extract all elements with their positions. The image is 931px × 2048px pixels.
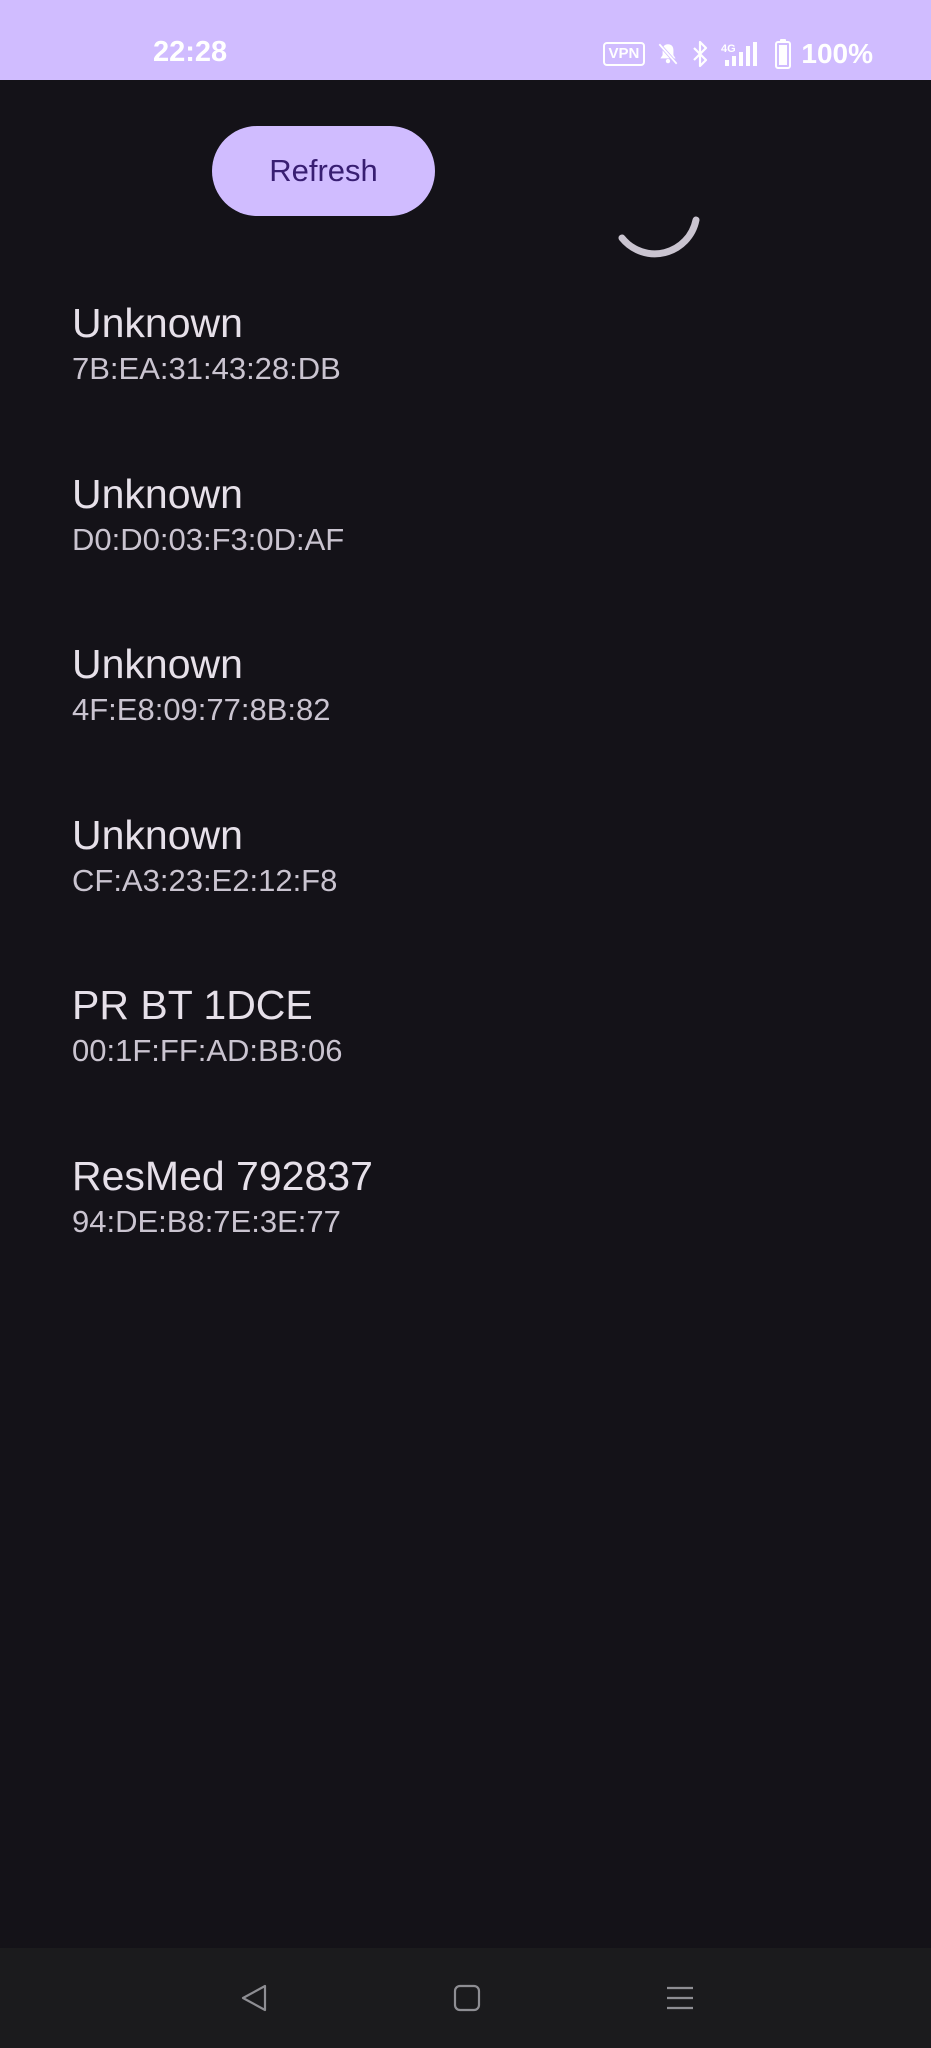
device-address: 4F:E8:09:77:8B:82 (72, 692, 331, 727)
list-item[interactable]: ResMed 792837 94:DE:B8:7E:3E:77 (72, 1152, 872, 1323)
list-item[interactable]: Unknown 4F:E8:09:77:8B:82 (72, 640, 872, 811)
device-name: PR BT 1DCE (72, 982, 313, 1028)
device-address: 7B:EA:31:43:28:DB (72, 351, 341, 386)
status-icons: VPN 4G 100% (602, 36, 873, 72)
battery-icon (775, 39, 792, 69)
device-name: Unknown (72, 641, 243, 687)
signal-icon: 4G (721, 40, 765, 68)
battery-percent: 100% (801, 38, 873, 69)
device-address: D0:D0:03:F3:0D:AF (72, 521, 345, 557)
refresh-button[interactable]: Refresh (212, 126, 435, 216)
bell-muted-icon (655, 41, 681, 67)
main-content: Refresh Unknown 7B:EA:31:43:28:DB Unknow… (0, 80, 931, 1948)
recents-icon[interactable] (656, 1974, 704, 2022)
network-type-label: 4G (721, 43, 736, 55)
device-address: 94:DE:B8:7E:3E:77 (72, 1203, 341, 1239)
device-address: 00:1F:FF:AD:BB:06 (72, 1033, 343, 1068)
navigation-bar (0, 1948, 931, 2048)
device-list: Unknown 7B:EA:31:43:28:DB Unknown D0:D0:… (72, 299, 872, 1322)
device-name: Unknown (72, 811, 243, 858)
device-name: ResMed 792837 (72, 1152, 373, 1199)
list-item[interactable]: Unknown D0:D0:03:F3:0D:AF (72, 470, 872, 641)
list-item[interactable]: Unknown 7B:EA:31:43:28:DB (72, 299, 872, 470)
status-time: 22:28 (153, 36, 228, 68)
vpn-icon: VPN (602, 42, 646, 66)
device-address: CF:A3:23:E2:12:F8 (72, 862, 338, 898)
bluetooth-icon (691, 40, 711, 68)
device-name: Unknown (72, 470, 243, 517)
home-icon[interactable] (443, 1974, 491, 2022)
list-item[interactable]: PR BT 1DCE 00:1F:FF:AD:BB:06 (72, 981, 872, 1152)
loading-spinner-icon (612, 174, 716, 278)
status-bar: 22:28 VPN 4G 100% (0, 0, 931, 80)
device-name: Unknown (72, 300, 243, 346)
back-icon[interactable] (230, 1974, 278, 2022)
list-item[interactable]: Unknown CF:A3:23:E2:12:F8 (72, 811, 872, 982)
